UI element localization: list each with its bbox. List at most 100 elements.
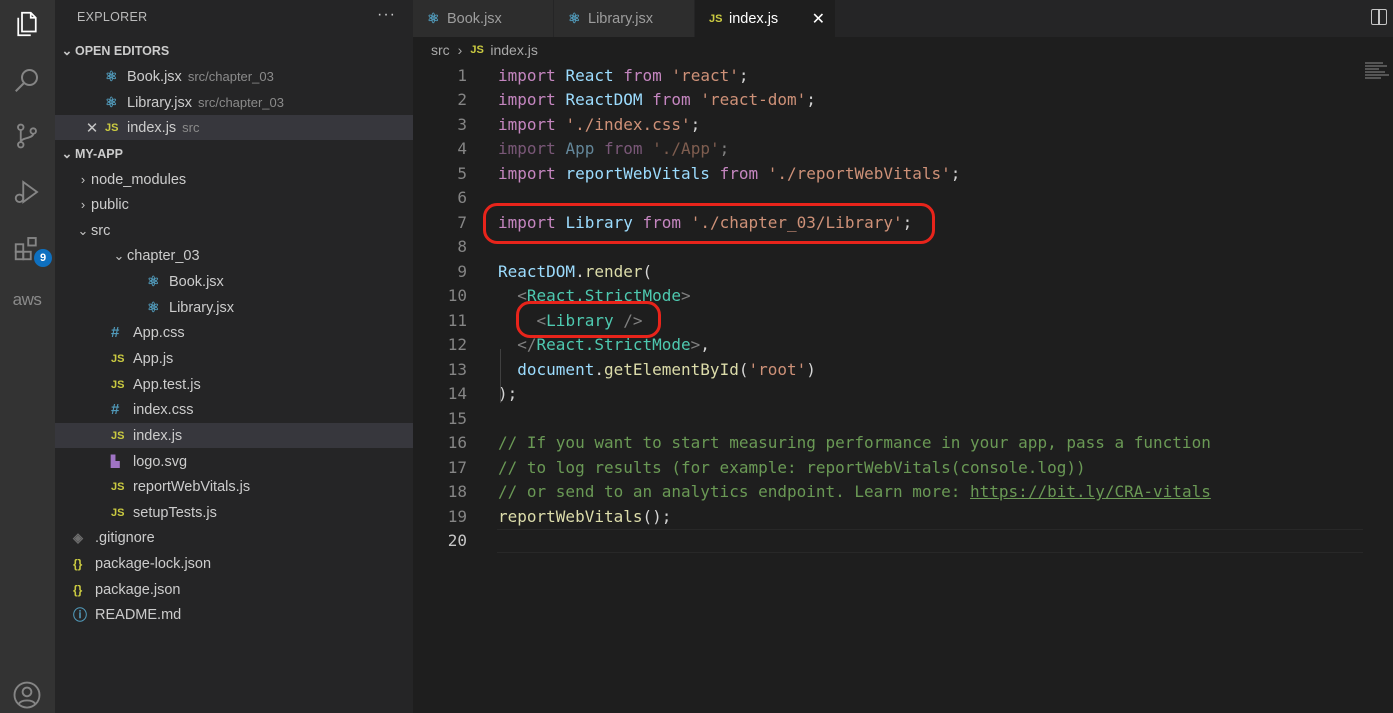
- tab-index-js[interactable]: JS index.js ✕: [695, 0, 835, 37]
- tree-item-file[interactable]: ▙ logo.svg: [55, 449, 413, 474]
- explorer-icon[interactable]: [8, 5, 46, 43]
- tree-item-file[interactable]: JS setupTests.js: [55, 500, 413, 525]
- code-line: 18 // or send to an analytics endpoint. …: [413, 480, 1211, 505]
- code-line: 16 // If you want to start measuring per…: [413, 431, 1211, 456]
- code-line: 14 );: [413, 382, 518, 407]
- code-line: 5 import reportWebVitals from './reportW…: [413, 161, 960, 186]
- open-editor-item[interactable]: ⚛ Library.jsx src/chapter_03: [55, 90, 413, 115]
- line-number: 11: [447, 310, 467, 330]
- tree-item-folder[interactable]: ⌄ chapter_03: [55, 243, 413, 268]
- project-label: MY-APP: [75, 146, 123, 161]
- line-number: 18: [447, 482, 467, 502]
- tree-item-file[interactable]: ⚛ Book.jsx: [55, 269, 413, 294]
- tree-item-file[interactable]: {} package.json: [55, 577, 413, 602]
- code-line: 9 ReactDOM.render(: [413, 259, 652, 284]
- chevron-down-icon: ⌄: [77, 222, 89, 238]
- line-number: 14: [447, 384, 467, 404]
- line-number: 9: [457, 261, 467, 281]
- js-file-icon: JS: [111, 378, 125, 391]
- open-editor-name: Book.jsx: [127, 68, 182, 85]
- tab-label: Book.jsx: [447, 10, 502, 27]
- more-actions-button[interactable]: ···: [377, 6, 396, 24]
- tree-item-label: index.js: [133, 427, 183, 444]
- chevron-down-icon: ⌄: [61, 42, 73, 58]
- tree-item-label: index.css: [133, 401, 194, 418]
- open-editor-item[interactable]: ✕ JS index.js src: [55, 115, 413, 140]
- aws-icon[interactable]: aws: [10, 290, 44, 310]
- minimap[interactable]: [1365, 62, 1391, 86]
- tree-item-folder[interactable]: › node_modules: [55, 167, 413, 192]
- js-file-icon: JS: [470, 44, 484, 56]
- tab-label: Library.jsx: [588, 10, 653, 27]
- code-line: 1 import React from 'react';: [413, 63, 748, 88]
- editor-area: ⚛ Book.jsx ⚛ Library.jsx JS index.js ✕ s…: [413, 0, 1393, 713]
- tree-item-label: App.css: [133, 324, 185, 341]
- js-file-icon: JS: [105, 121, 119, 134]
- open-editor-item[interactable]: ⚛ Book.jsx src/chapter_03: [55, 64, 413, 89]
- explorer-title: EXPLORER: [77, 10, 148, 24]
- tree-item-label: logo.svg: [133, 453, 188, 470]
- code-line: 15: [413, 406, 467, 431]
- react-file-icon: ⚛: [105, 94, 118, 110]
- code-line: 6: [413, 186, 467, 211]
- tab-library-jsx[interactable]: ⚛ Library.jsx: [554, 0, 694, 37]
- breadcrumb-folder[interactable]: src: [431, 42, 450, 58]
- open-editors-header[interactable]: ⌄ OPEN EDITORS: [55, 38, 413, 63]
- account-icon[interactable]: [8, 676, 46, 713]
- tree-item-label: reportWebVitals.js: [133, 478, 251, 495]
- tree-item-file[interactable]: JS App.test.js: [55, 372, 413, 397]
- tree-item-label: Book.jsx: [169, 273, 224, 290]
- js-file-icon: JS: [111, 506, 125, 519]
- code-line: 19 reportWebVitals();: [413, 504, 672, 529]
- close-icon[interactable]: ✕: [812, 9, 825, 29]
- tree-item-folder[interactable]: ⌄ src: [55, 218, 413, 243]
- open-editor-path: src: [182, 120, 200, 135]
- search-icon[interactable]: [8, 61, 46, 99]
- react-file-icon: ⚛: [427, 10, 440, 26]
- git-file-icon: ◈: [73, 529, 83, 545]
- tab-book-jsx[interactable]: ⚛ Book.jsx: [413, 0, 553, 37]
- tree-item-file[interactable]: JS reportWebVitals.js: [55, 474, 413, 499]
- chevron-down-icon: ⌄: [61, 145, 73, 161]
- tree-item-file[interactable]: ⓘ README.md: [55, 602, 413, 627]
- comment-link[interactable]: https://bit.ly/CRA-vitals: [970, 482, 1211, 501]
- breadcrumb: src › JS index.js: [431, 42, 538, 58]
- line-number: 7: [457, 212, 467, 232]
- tree-item-file[interactable]: ⚛ Library.jsx: [55, 295, 413, 320]
- json-file-icon: {}: [73, 582, 83, 597]
- chevron-down-icon: ⌄: [113, 247, 125, 263]
- code-line: 12 </React.StrictMode>,: [413, 333, 710, 358]
- split-editor-icon[interactable]: [1371, 9, 1387, 25]
- tree-item-file-selected[interactable]: JS index.js: [55, 423, 413, 448]
- breadcrumb-file[interactable]: index.js: [490, 42, 537, 58]
- tree-item-folder[interactable]: › public: [55, 192, 413, 217]
- code-line: 11 <Library />: [413, 308, 643, 333]
- js-file-icon: JS: [709, 12, 723, 25]
- extensions-badge: 9: [34, 249, 52, 267]
- chevron-right-icon: ›: [80, 172, 86, 187]
- tree-item-label: package.json: [95, 581, 181, 598]
- annotation-library-element: [516, 301, 661, 338]
- source-control-icon[interactable]: [8, 117, 46, 155]
- line-number: 17: [447, 457, 467, 477]
- tab-bar: ⚛ Book.jsx ⚛ Library.jsx JS index.js ✕: [413, 0, 1393, 37]
- close-icon[interactable]: ✕: [83, 119, 101, 137]
- code-line: 3 import './index.css';: [413, 112, 700, 137]
- run-debug-icon[interactable]: [8, 173, 46, 211]
- extensions-icon[interactable]: 9: [8, 229, 52, 267]
- tree-item-file[interactable]: ◈ .gitignore: [55, 525, 413, 550]
- code-line: 10 <React.StrictMode>: [413, 284, 691, 309]
- line-number: 8: [457, 237, 467, 257]
- code-line: 20: [413, 529, 467, 554]
- line-number: 1: [457, 65, 467, 85]
- project-header[interactable]: ⌄ MY-APP: [55, 141, 413, 166]
- tree-item-file[interactable]: JS App.js: [55, 346, 413, 371]
- tree-item-label: App.js: [133, 350, 174, 367]
- tree-item-file[interactable]: # index.css: [55, 397, 413, 422]
- tree-item-file[interactable]: # App.css: [55, 320, 413, 345]
- chevron-right-icon: ›: [80, 197, 86, 212]
- code-line: 2 import ReactDOM from 'react-dom';: [413, 88, 816, 113]
- tree-item-label: Library.jsx: [169, 299, 234, 316]
- tree-item-file[interactable]: {} package-lock.json: [55, 551, 413, 576]
- line-number: 4: [457, 139, 467, 159]
